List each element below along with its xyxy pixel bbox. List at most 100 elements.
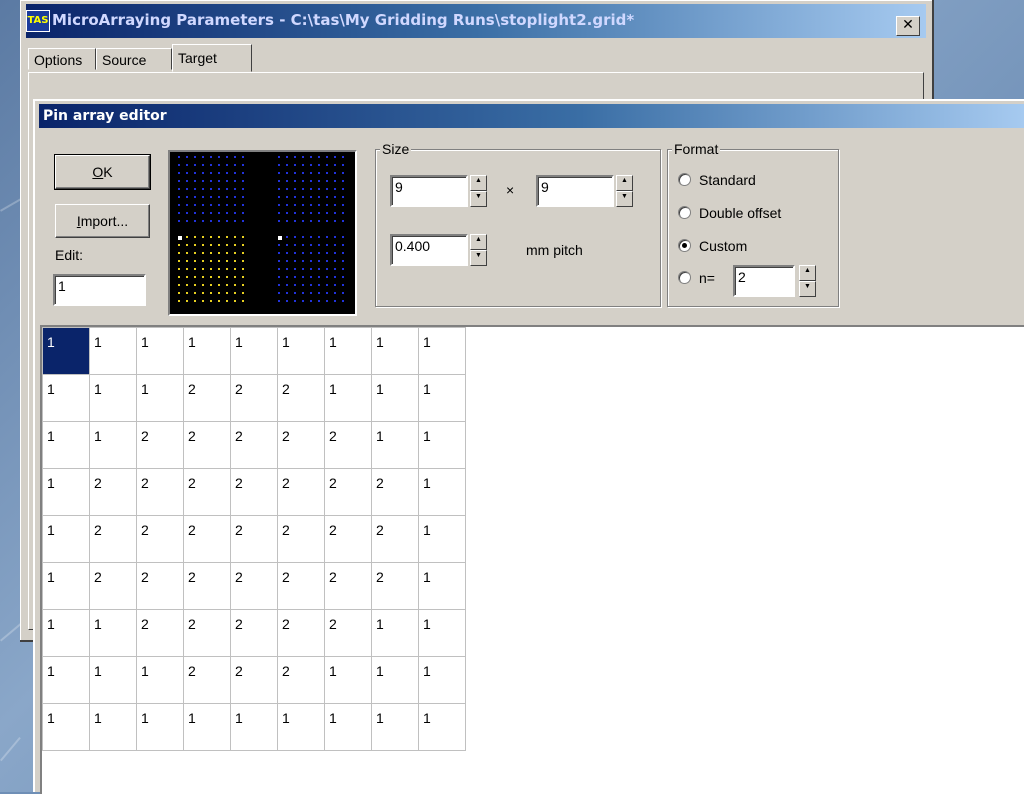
pin-cell[interactable]: 1 (136, 703, 184, 751)
rows-input[interactable]: 9 (390, 175, 468, 207)
format-standard-radio[interactable]: Standard (678, 170, 756, 190)
pin-cell[interactable]: 1 (183, 327, 231, 375)
pin-cell[interactable]: 1 (324, 327, 372, 375)
n-up-arrow-icon[interactable]: ▲ (799, 265, 816, 281)
pin-cell[interactable]: 1 (371, 656, 419, 704)
pin-cell[interactable]: 2 (277, 609, 325, 657)
pin-cell[interactable]: 1 (89, 609, 137, 657)
pin-cell[interactable]: 2 (230, 609, 278, 657)
pin-cell[interactable]: 2 (183, 421, 231, 469)
n-down-arrow-icon[interactable]: ▼ (799, 281, 816, 297)
pin-cell[interactable]: 1 (371, 703, 419, 751)
rows-up-arrow-icon[interactable]: ▲ (470, 175, 487, 191)
pin-cell[interactable]: 2 (324, 562, 372, 610)
cols-spinner[interactable]: ▲ ▼ (616, 175, 633, 207)
pin-cell[interactable]: 1 (42, 327, 90, 375)
pin-cell[interactable]: 1 (418, 562, 466, 610)
rows-down-arrow-icon[interactable]: ▼ (470, 191, 487, 207)
pin-cell[interactable]: 2 (183, 515, 231, 563)
pin-cell[interactable]: 2 (183, 468, 231, 516)
pin-cell[interactable]: 1 (418, 656, 466, 704)
pin-cell[interactable]: 1 (418, 703, 466, 751)
pin-cell[interactable]: 2 (371, 515, 419, 563)
pin-cell[interactable]: 1 (418, 374, 466, 422)
pin-cell[interactable]: 2 (183, 656, 231, 704)
pin-cell[interactable]: 1 (89, 703, 137, 751)
pin-cell[interactable]: 1 (42, 374, 90, 422)
pin-cell[interactable]: 1 (89, 327, 137, 375)
pin-cell[interactable]: 1 (136, 656, 184, 704)
import-button[interactable]: Import... (55, 204, 150, 238)
pin-cell[interactable]: 2 (230, 515, 278, 563)
pin-cell[interactable]: 1 (42, 562, 90, 610)
edit-input[interactable]: 1 (53, 274, 146, 306)
pin-cell[interactable]: 1 (324, 656, 372, 704)
close-button[interactable]: ✕ (896, 16, 920, 36)
pin-cell[interactable]: 1 (42, 515, 90, 563)
pin-cell[interactable]: 1 (42, 609, 90, 657)
pitch-down-arrow-icon[interactable]: ▼ (470, 250, 487, 266)
dialog-title[interactable]: Pin array editor (39, 104, 1024, 128)
pin-cell[interactable]: 1 (136, 327, 184, 375)
pin-cell[interactable]: 1 (371, 609, 419, 657)
pitch-up-arrow-icon[interactable]: ▲ (470, 234, 487, 250)
n-spinner[interactable]: ▲ ▼ (799, 265, 816, 297)
tab-source[interactable]: Source (96, 48, 172, 70)
pin-cell[interactable]: 1 (230, 327, 278, 375)
pin-cell[interactable]: 2 (183, 609, 231, 657)
pin-cell[interactable]: 1 (418, 468, 466, 516)
ok-button[interactable]: OK (54, 154, 151, 190)
rows-spinner[interactable]: ▲ ▼ (470, 175, 487, 207)
pin-cell[interactable]: 2 (277, 468, 325, 516)
pin-cell[interactable]: 1 (42, 468, 90, 516)
format-n-radio[interactable]: n= (678, 268, 715, 288)
pin-cell[interactable]: 2 (371, 562, 419, 610)
pin-cell[interactable]: 2 (324, 421, 372, 469)
pin-cell[interactable]: 2 (136, 468, 184, 516)
pin-cell[interactable]: 1 (418, 515, 466, 563)
pin-cell[interactable]: 1 (42, 421, 90, 469)
n-input[interactable]: 2 (733, 265, 795, 297)
pin-cell[interactable]: 2 (230, 656, 278, 704)
tab-options[interactable]: Options (28, 48, 96, 70)
pin-cell[interactable]: 1 (418, 421, 466, 469)
cols-input[interactable]: 9 (536, 175, 614, 207)
pin-cell[interactable]: 1 (371, 374, 419, 422)
pin-cell[interactable]: 1 (89, 421, 137, 469)
pin-cell[interactable]: 1 (136, 374, 184, 422)
pin-cell[interactable]: 2 (277, 421, 325, 469)
pin-cell[interactable]: 2 (183, 374, 231, 422)
cols-up-arrow-icon[interactable]: ▲ (616, 175, 633, 191)
pin-cell[interactable]: 2 (136, 562, 184, 610)
format-custom-radio[interactable]: Custom (678, 236, 747, 256)
pin-cell[interactable]: 2 (324, 609, 372, 657)
pin-cell[interactable]: 1 (42, 656, 90, 704)
pitch-input[interactable]: 0.400 (390, 234, 468, 266)
pin-cell[interactable]: 2 (324, 468, 372, 516)
pin-cell[interactable]: 2 (136, 609, 184, 657)
pin-cell[interactable]: 2 (136, 515, 184, 563)
pin-cell[interactable]: 2 (277, 515, 325, 563)
pin-cell[interactable]: 1 (371, 327, 419, 375)
tab-target[interactable]: Target (172, 44, 252, 72)
pin-cell[interactable]: 2 (230, 374, 278, 422)
pin-cell[interactable]: 1 (418, 327, 466, 375)
pin-cell[interactable]: 2 (89, 468, 137, 516)
pin-cell[interactable]: 1 (324, 374, 372, 422)
pin-cell[interactable]: 1 (89, 656, 137, 704)
window-titlebar[interactable]: TAS MicroArraying Parameters - C:\tas\My… (26, 4, 926, 38)
pin-cell[interactable]: 2 (230, 468, 278, 516)
pin-cell[interactable]: 2 (277, 656, 325, 704)
cols-down-arrow-icon[interactable]: ▼ (616, 191, 633, 207)
pin-cell[interactable]: 1 (324, 703, 372, 751)
pin-cell[interactable]: 2 (277, 562, 325, 610)
pin-cell[interactable]: 1 (42, 703, 90, 751)
pitch-spinner[interactable]: ▲ ▼ (470, 234, 487, 266)
pin-cell[interactable]: 1 (371, 421, 419, 469)
pin-cell[interactable]: 1 (418, 609, 466, 657)
pin-cell[interactable]: 1 (230, 703, 278, 751)
pin-cell[interactable]: 1 (277, 703, 325, 751)
pin-cell[interactable]: 2 (89, 515, 137, 563)
pin-cell[interactable]: 2 (371, 468, 419, 516)
pin-cell[interactable]: 2 (277, 374, 325, 422)
